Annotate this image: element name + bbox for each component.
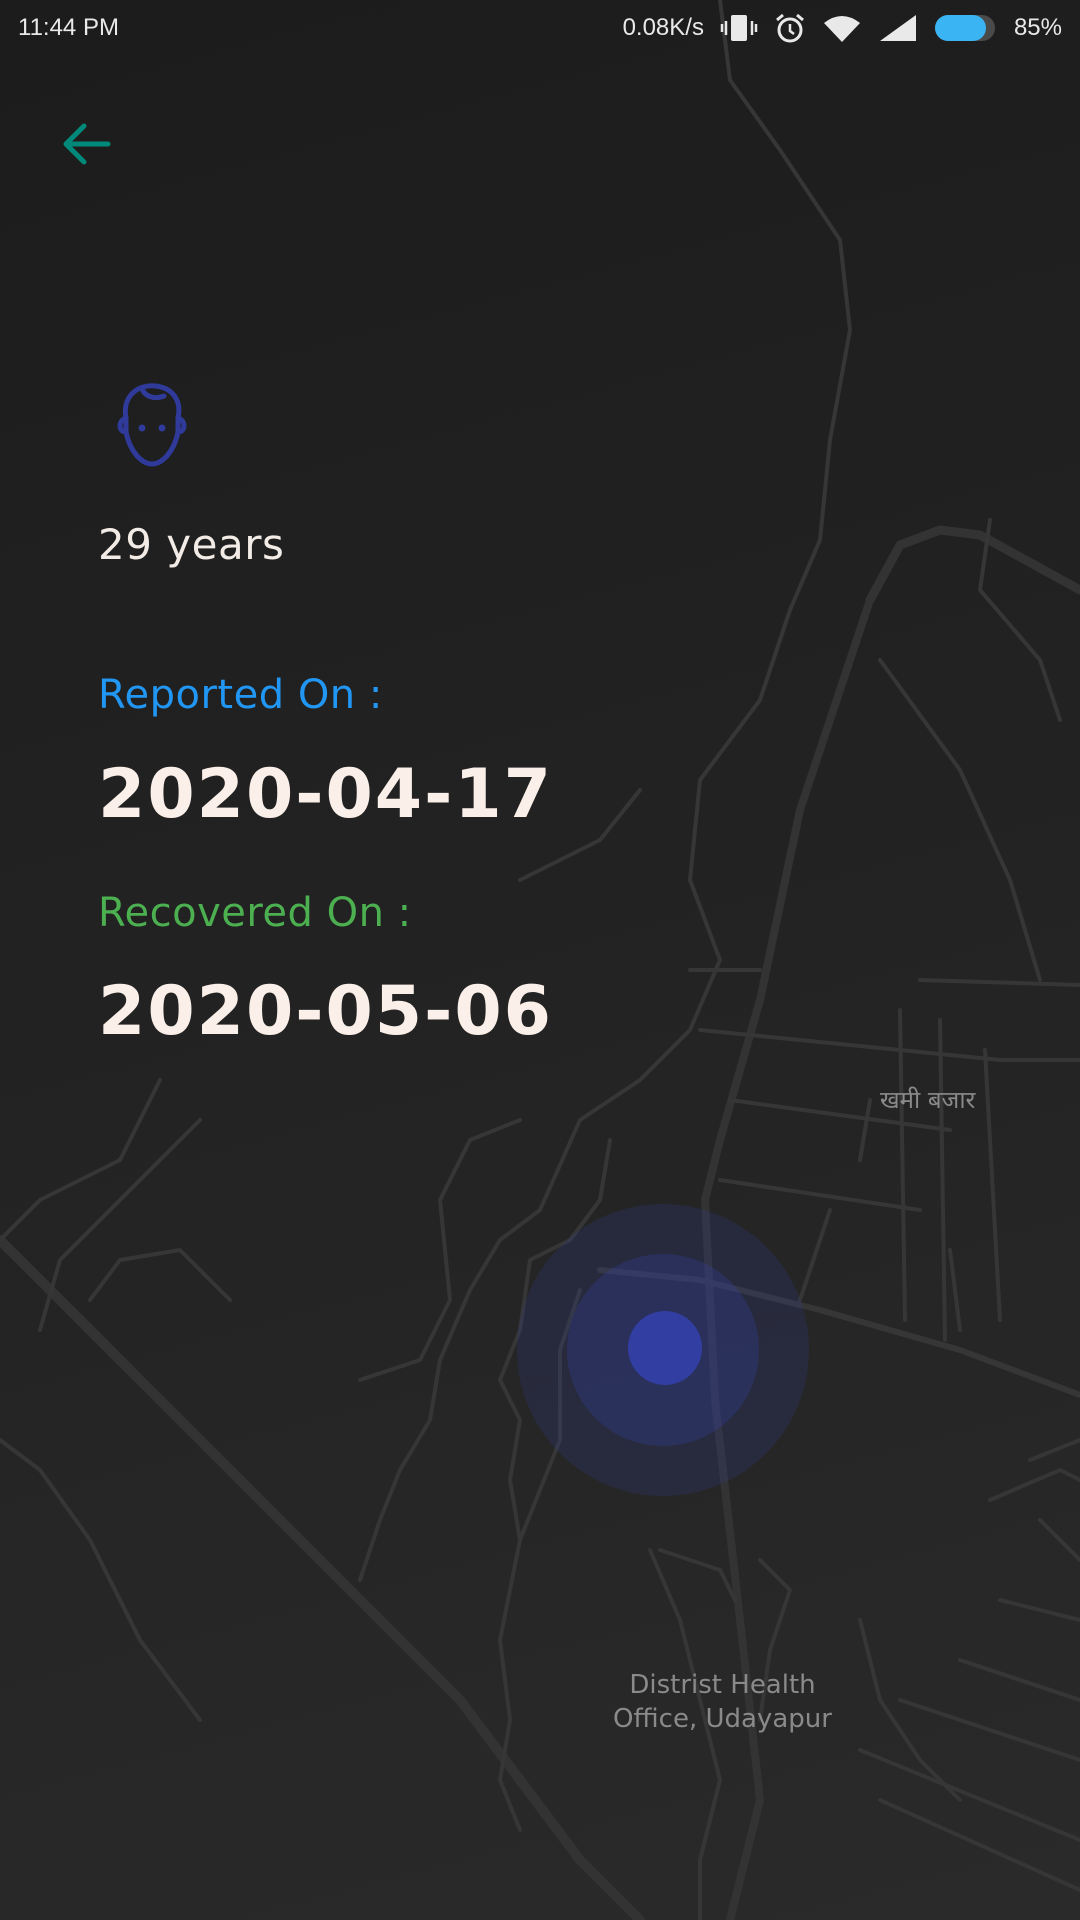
map-place-label-health-office: Distrist Health Office, Udayapur — [600, 1668, 845, 1736]
reported-date: 2020-04-17 — [98, 755, 553, 834]
status-bar: 11:44 PM 0.08K/s 85% — [0, 0, 1080, 56]
battery-icon — [934, 14, 998, 42]
male-face-icon — [112, 378, 192, 470]
reported-on-label: Reported On : — [98, 672, 383, 718]
status-time: 11:44 PM — [18, 14, 119, 41]
map-label-line: Office, Udayapur — [613, 1704, 832, 1734]
alarm-icon — [774, 12, 806, 44]
battery-percent: 85% — [1013, 14, 1062, 41]
wifi-icon — [822, 13, 862, 43]
arrow-left-icon — [63, 123, 111, 165]
recovered-on-label: Recovered On : — [98, 890, 412, 936]
back-button[interactable] — [54, 114, 118, 174]
status-icons: 0.08K/s 85% — [623, 12, 1062, 44]
location-pulse-marker — [517, 1204, 809, 1496]
vibrate-icon — [720, 13, 758, 43]
network-speed: 0.08K/s — [622, 14, 704, 41]
map-place-label: खमी बजार — [880, 1086, 976, 1114]
cell-signal-icon — [878, 13, 918, 43]
patient-age: 29 years — [98, 520, 285, 569]
map-background[interactable] — [0, 0, 1080, 1920]
map-label-line: Distrist Health — [629, 1670, 816, 1700]
recovered-date: 2020-05-06 — [98, 972, 553, 1051]
